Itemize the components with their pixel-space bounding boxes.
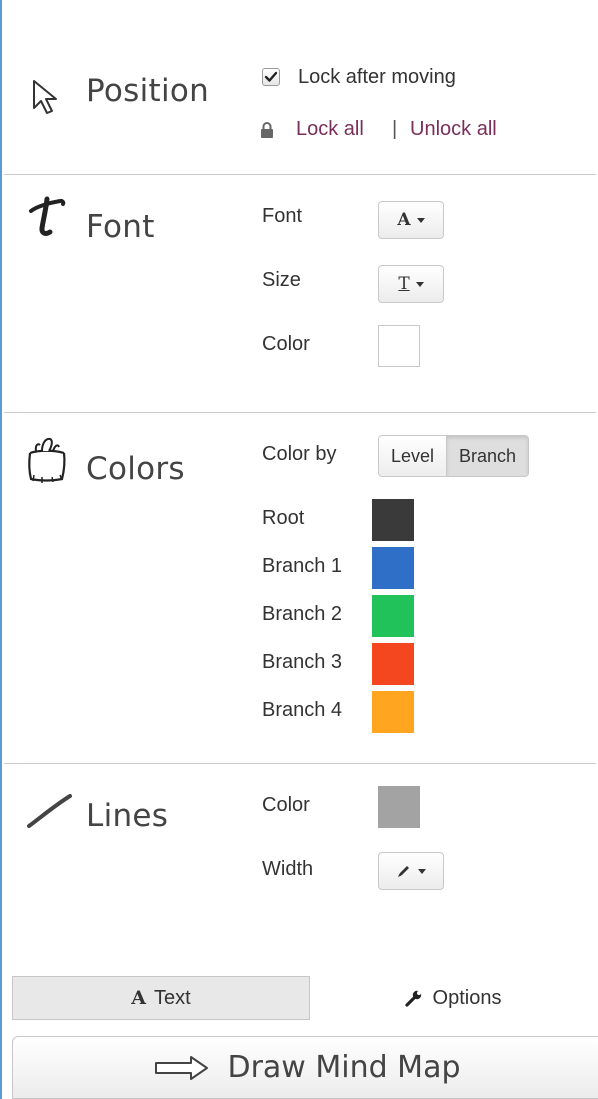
root-color-swatch[interactable] [372,499,414,541]
paint-bucket-icon [24,435,72,490]
draw-mind-map-button[interactable]: Draw Mind Map [12,1036,598,1099]
branch-3-color-label: Branch 3 [262,651,343,673]
lock-after-moving-checkbox[interactable] [262,68,280,86]
color-by-label: Color by [262,443,337,465]
separator: | [392,118,398,140]
branch-1-color-swatch[interactable] [372,547,414,589]
lines-section: Lines Color Width [4,764,596,974]
branch-2-color-swatch[interactable] [372,595,414,637]
branch-1-color-label: Branch 1 [262,555,343,577]
branch-2-color-label: Branch 2 [262,603,343,625]
unlock-all-link[interactable]: Unlock all [410,118,497,141]
font-color-label: Color [262,333,310,355]
branch-4-color-label: Branch 4 [262,699,343,721]
chevron-down-icon [418,868,426,874]
lines-title: Lines [86,798,169,834]
font-family-dropdown[interactable]: A [378,201,444,239]
padlock-icon [260,121,274,144]
line-stroke-icon [26,792,76,837]
line-width-dropdown[interactable] [378,852,444,890]
text-size-icon: T [398,274,410,294]
colors-section: Colors Color by Level Branch Root Branch… [4,413,596,764]
line-color-swatch[interactable] [378,786,420,828]
branch-3-color-swatch[interactable] [372,643,414,685]
font-section: Font Font A Size T Color [4,175,596,413]
color-by-level-button[interactable]: Level [379,436,448,476]
branch-4-color-swatch[interactable] [372,691,414,733]
cursor-arrow-icon [30,78,66,121]
font-letter-icon: A [397,210,411,230]
lock-all-link[interactable]: Lock all [296,118,364,141]
tab-options[interactable]: Options [310,976,596,1020]
font-t-icon [26,195,70,244]
color-by-branch-button[interactable]: Branch [447,436,529,476]
draw-mind-map-label: Draw Mind Map [227,1050,461,1085]
wrench-icon [404,989,423,1007]
pencil-icon [396,863,412,879]
font-color-swatch[interactable] [378,325,420,367]
text-letter-icon: A [131,987,147,1009]
root-color-label: Root [262,507,305,529]
arrow-right-icon [153,1054,211,1082]
font-label: Font [262,205,303,227]
position-title: Position [86,73,210,109]
size-label: Size [262,269,301,291]
tab-options-label: Options [432,986,502,1009]
colors-title: Colors [86,451,185,487]
lock-after-moving-label[interactable]: Lock after moving [298,66,456,89]
options-panel: Position Lock after moving Lock all | Un… [0,0,598,1099]
font-size-dropdown[interactable]: T [378,265,444,303]
line-color-label: Color [262,794,310,816]
color-by-toggle: Level Branch [378,435,530,477]
position-section: Position Lock after moving Lock all | Un… [4,0,596,175]
chevron-down-icon [416,217,425,223]
line-width-label: Width [262,858,314,880]
font-title: Font [86,209,155,245]
tab-bar: A Text Options [12,976,596,1020]
checkmark-icon [264,71,278,82]
tab-text[interactable]: A Text [12,976,310,1020]
tab-text-label: Text [154,986,191,1009]
chevron-down-icon [415,281,424,287]
